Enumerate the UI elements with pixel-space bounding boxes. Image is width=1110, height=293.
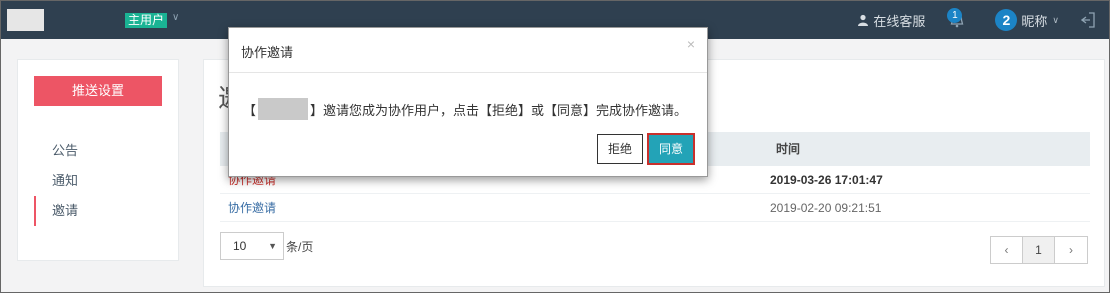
sidebar-item-notice[interactable]: 通知 <box>34 166 78 196</box>
invitation-time: 2019-02-20 09:21:51 <box>770 201 882 215</box>
avatar: 2 <box>995 9 1018 31</box>
modal-title: 协作邀请 <box>241 45 294 60</box>
user-menu[interactable]: 2 昵称 ∨ <box>995 9 1059 31</box>
redacted-inviter-name <box>258 98 309 120</box>
page-size-value: 10 <box>233 239 247 253</box>
online-service-link[interactable]: 在线客服 <box>857 11 925 30</box>
sidebar-nav: 公告 通知 邀请 <box>34 136 78 226</box>
page-size-label: 条/页 <box>286 239 314 254</box>
user-role-badge[interactable]: 主用户 <box>125 13 168 28</box>
message-text: 】邀请您成为协作用户，点击【拒绝】或【同意】完成协作邀请。 <box>310 102 688 118</box>
prev-page-button[interactable]: ‹ <box>991 237 1023 263</box>
user-icon <box>858 14 869 26</box>
nickname-label: 昵称 <box>1021 13 1048 29</box>
accept-button[interactable]: 同意 <box>647 133 695 165</box>
modal-header: 协作邀请 × <box>229 28 707 73</box>
push-settings-button[interactable]: 推送设置 <box>34 76 162 106</box>
sidebar-item-invitation[interactable]: 邀请 <box>34 196 78 226</box>
sidebar-item-announcement[interactable]: 公告 <box>34 136 78 166</box>
modal-message: 【 】邀请您成为协作用户，点击【拒绝】或【同意】完成协作邀请。 <box>243 98 687 120</box>
page-size-select[interactable]: 10 ▼ <box>220 232 284 260</box>
logout-icon[interactable] <box>1081 12 1095 28</box>
invitation-modal: 协作邀请 × 【 】邀请您成为协作用户，点击【拒绝】或【同意】完成协作邀请。 拒… <box>228 27 708 177</box>
close-icon[interactable]: × <box>687 36 695 52</box>
modal-footer: 拒绝 同意 <box>597 133 695 165</box>
page-size-control: 10 ▼ 条/页 <box>220 232 313 260</box>
reject-button[interactable]: 拒绝 <box>597 134 643 164</box>
notification-bell[interactable]: 1 <box>947 8 967 30</box>
online-service-label: 在线客服 <box>873 13 926 29</box>
message-open-bracket: 【 <box>243 102 257 118</box>
chevron-down-icon: ∨ <box>1052 14 1059 25</box>
invitation-time: 2019-03-26 17:01:47 <box>770 173 883 187</box>
chevron-down-icon[interactable]: ∨ <box>172 12 179 23</box>
logo <box>7 9 44 31</box>
pagination: ‹ 1 › <box>990 236 1088 264</box>
time-column-header: 时间 <box>776 142 801 156</box>
table-row[interactable]: 协作邀请 2019-02-20 09:21:51 <box>220 194 1090 222</box>
sidebar-panel: 推送设置 公告 通知 邀请 <box>17 59 179 261</box>
caret-down-icon: ▼ <box>268 241 277 251</box>
next-page-button[interactable]: › <box>1055 237 1087 263</box>
invitation-link[interactable]: 协作邀请 <box>228 194 276 222</box>
page-1-button[interactable]: 1 <box>1023 237 1055 263</box>
